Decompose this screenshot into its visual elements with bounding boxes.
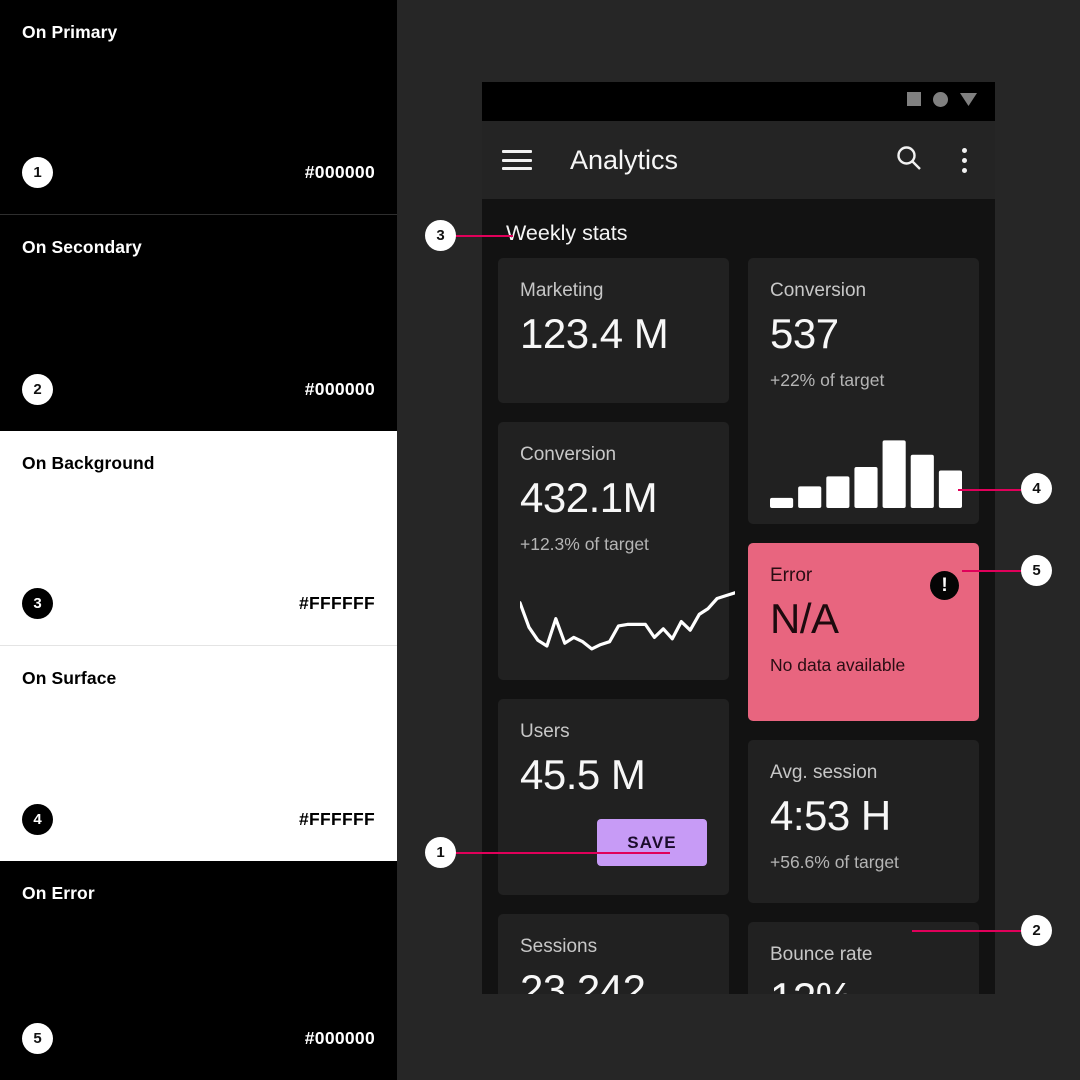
card-subtext: +12.3% of target: [520, 534, 649, 555]
annotation-marker-3[interactable]: 3: [425, 220, 456, 251]
page-title: Analytics: [570, 144, 679, 175]
swatch-hex: #000000: [304, 1028, 375, 1048]
card-value: 123.4 M: [520, 310, 669, 357]
annotation-line: [455, 235, 513, 237]
stats-grid: Marketing 123.4 M Conversion 432.1M +12.…: [482, 258, 995, 994]
triangle-down-icon: [960, 92, 977, 111]
swatch-footer: 2 #000000: [22, 374, 375, 405]
card-conversion-left[interactable]: Conversion 432.1M +12.3% of target: [498, 422, 735, 680]
swatch-footer: 3 #FFFFFF: [22, 588, 375, 619]
swatch-on-background[interactable]: On Background 3 #FFFFFF: [0, 431, 397, 646]
card-bounce-rate[interactable]: Bounce rate 12%: [748, 922, 979, 994]
bar-chart-bar: [826, 476, 850, 508]
card-value: 45.5 M: [520, 751, 646, 798]
swatch-footer: 5 #000000: [22, 1023, 375, 1054]
card-subtext: +56.6% of target: [770, 852, 899, 873]
annotation-line: [958, 489, 1026, 491]
swatch-on-error[interactable]: On Error 5 #000000: [0, 861, 397, 1080]
swatch-label: On Primary: [22, 22, 118, 42]
swatch-marker-5: 5: [22, 1023, 53, 1054]
swatch-hex: #FFFFFF: [299, 809, 375, 829]
card-label: Conversion: [770, 280, 867, 301]
card-label: Users: [520, 721, 570, 742]
card-label: Marketing: [520, 280, 604, 301]
swatch-label: On Surface: [22, 668, 117, 688]
swatch-marker-3: 3: [22, 588, 53, 619]
card-value: N/A: [770, 595, 839, 642]
more-vertical-icon[interactable]: [953, 147, 975, 173]
swatch-on-secondary[interactable]: On Secondary 2 #000000: [0, 215, 397, 431]
stats-column-right: Conversion 537 +22% of target Error ! N/…: [748, 258, 979, 994]
card-conversion-right[interactable]: Conversion 537 +22% of target: [748, 258, 979, 524]
stats-column-left: Marketing 123.4 M Conversion 432.1M +12.…: [498, 258, 735, 994]
circle-icon: [933, 91, 948, 112]
card-avg-session[interactable]: Avg. session 4:53 H +56.6% of target: [748, 740, 979, 903]
search-icon[interactable]: [895, 144, 923, 177]
swatch-hex: #000000: [304, 379, 375, 399]
app-bar: Analytics: [482, 121, 995, 199]
dashboard-content: Weekly stats Marketing 123.4 M Conversio…: [482, 199, 995, 994]
hamburger-menu-icon[interactable]: [502, 150, 532, 170]
annotation-line: [962, 570, 1026, 572]
card-value: 4:53 H: [770, 792, 891, 839]
card-users[interactable]: Users 45.5 M SAVE: [498, 699, 729, 895]
card-marketing[interactable]: Marketing 123.4 M: [498, 258, 729, 403]
card-value: 12%: [770, 975, 957, 994]
card-label: Conversion: [520, 444, 617, 465]
save-button[interactable]: SAVE: [597, 819, 707, 867]
annotation-marker-2[interactable]: 2: [1021, 915, 1052, 946]
sparkline-chart: [520, 591, 735, 651]
bar-chart: [770, 440, 962, 508]
swatch-label: On Background: [22, 453, 155, 473]
annotation-marker-1[interactable]: 1: [425, 837, 456, 868]
screenshot-root: On Primary 1 #000000 On Secondary 2 #000…: [0, 0, 1080, 1080]
swatch-label: On Secondary: [22, 237, 142, 257]
swatch-footer: 1 #000000: [22, 157, 375, 188]
bar-chart-bar: [770, 497, 794, 508]
card-label: Avg. session: [770, 762, 878, 783]
swatch-hex: #000000: [304, 162, 375, 182]
card-error[interactable]: Error ! N/A No data available: [748, 543, 979, 721]
swatch-footer: 4 #FFFFFF: [22, 804, 375, 835]
square-icon: [907, 92, 921, 111]
card-value: 537: [770, 310, 839, 357]
swatch-on-surface[interactable]: On Surface 4 #FFFFFF: [0, 646, 397, 861]
swatch-marker-2: 2: [22, 374, 53, 405]
bar-chart-bar: [910, 454, 934, 508]
color-swatch-panel: On Primary 1 #000000 On Secondary 2 #000…: [0, 0, 397, 1080]
card-label: Bounce rate: [770, 944, 873, 965]
phone-mockup: Analytics Weekly stats Marketing 123.4 M…: [482, 82, 995, 994]
swatch-on-primary[interactable]: On Primary 1 #000000: [0, 0, 397, 215]
card-label: Sessions: [520, 936, 598, 957]
error-badge-icon[interactable]: !: [930, 571, 959, 600]
annotation-marker-4[interactable]: 4: [1021, 473, 1052, 504]
swatch-marker-1: 1: [22, 157, 53, 188]
device-preview-area: Analytics Weekly stats Marketing 123.4 M…: [397, 0, 1080, 1080]
swatch-hex: #FFFFFF: [299, 593, 375, 613]
status-bar: [482, 82, 995, 121]
card-value: 23.242: [520, 966, 646, 994]
annotation-line: [912, 930, 1026, 932]
bar-chart-bar: [882, 440, 906, 508]
card-value: 432.1M: [520, 474, 658, 521]
card-subtext: No data available: [770, 655, 906, 676]
card-subtext: +22% of target: [770, 370, 885, 391]
swatch-marker-4: 4: [22, 804, 53, 835]
card-sessions[interactable]: Sessions 23.242: [498, 914, 729, 994]
swatch-label: On Error: [22, 883, 95, 903]
section-title: Weekly stats: [506, 221, 628, 245]
bar-chart-bar: [854, 466, 878, 508]
bar-chart-bar: [798, 486, 822, 508]
annotation-marker-5[interactable]: 5: [1021, 555, 1052, 586]
card-label: Error: [770, 565, 813, 586]
annotation-line: [455, 852, 670, 854]
